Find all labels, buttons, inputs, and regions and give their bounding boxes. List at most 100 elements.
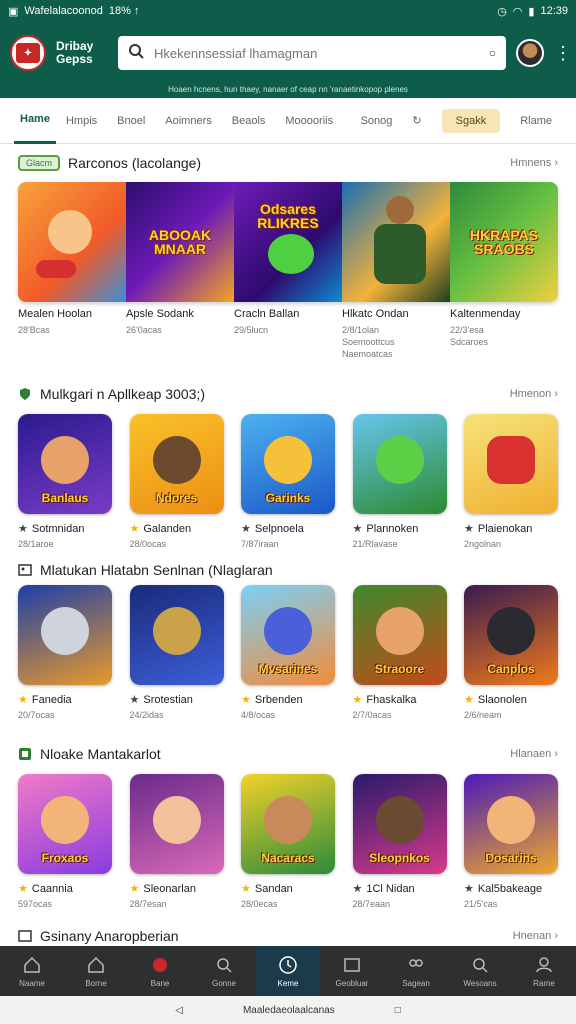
banner-tile-2[interactable]: ABOOAK MNAAR	[126, 182, 234, 302]
bottom-nav-7[interactable]: Sagean	[384, 946, 448, 996]
tab-3[interactable]: Bnoel	[107, 98, 155, 144]
section-title: Rarconos (lacolange)	[68, 155, 202, 171]
tab-4[interactable]: Aoimners	[155, 98, 221, 144]
star-icon: ★	[241, 883, 251, 895]
banner-label-5[interactable]: Kaltenmenday 22/3'esa Sdcaroes	[450, 308, 558, 360]
bottom-nav-home[interactable]: Naame	[0, 946, 64, 996]
banner-label-4[interactable]: Hlkatc Ondan 2/8/1olan Soemoottcus Naemoa…	[342, 308, 450, 360]
search-input[interactable]	[154, 45, 479, 61]
refresh-icon[interactable]: ↻	[402, 98, 431, 144]
image-icon	[18, 929, 32, 943]
section-title: Nloake Mantakarlot	[40, 746, 161, 762]
game-card[interactable]: Banlaus ★ Sotmnidan 28/1aroe	[18, 414, 112, 549]
mic-icon[interactable]: ○	[489, 46, 496, 60]
search-icon	[128, 43, 144, 64]
bottom-nav-9[interactable]: Rarne	[512, 946, 576, 996]
bottom-nav-5[interactable]: Keme	[256, 946, 320, 996]
star-icon: ★	[352, 523, 363, 535]
banner-tile-3[interactable]: Odsares RLIKRES	[234, 182, 342, 302]
status-left-mid: 18% ↑	[108, 5, 140, 17]
star-icon: ★	[18, 523, 28, 535]
star-icon: ★	[18, 694, 28, 706]
bottom-nav-4[interactable]: Gonne	[192, 946, 256, 996]
system-nav-bar: ◁ Maaledaeolaalcanas □	[0, 996, 576, 1024]
logo-icon: ✦	[16, 43, 40, 63]
shield-icon	[18, 387, 32, 401]
brand-name: Dribay Gepss	[56, 39, 94, 66]
game-card[interactable]: ★ Sleonarlan 28/7esan	[129, 774, 224, 909]
status-bar: ▣ Wafelalacoonod 18% ↑ ◷ ◠ ▮ 12:39	[0, 0, 576, 22]
featured-banner[interactable]: ABOOAK MNAAR Odsares RLIKRES HKRAPAS SRA…	[18, 182, 558, 302]
clock-icon	[279, 955, 297, 974]
tab-extra[interactable]: Sonog	[351, 98, 403, 144]
bottom-nav-2[interactable]: Borne	[64, 946, 128, 996]
star-icon: ★	[241, 694, 251, 706]
see-more-link[interactable]: Hlanaen ›	[510, 748, 558, 760]
star-icon: ★	[241, 523, 251, 535]
game-card[interactable]: Straoore ★ Fhaskalka 2/7/0acas	[352, 585, 447, 720]
star-icon: ★	[129, 883, 140, 895]
banner-tile-1[interactable]	[18, 182, 126, 302]
recents-icon[interactable]: □	[395, 1005, 401, 1016]
users-icon	[409, 958, 423, 967]
game-card[interactable]: Mvsarines ★ Srbenden 4/8/ocas	[241, 585, 335, 720]
tab-last[interactable]: Rlame	[510, 98, 562, 144]
app-logo[interactable]: ✦	[10, 35, 46, 71]
tab-5[interactable]: Beaols	[222, 98, 276, 144]
bottom-navigation: Naame Borne Bane Gonne Keme Geobluar Sag…	[0, 946, 576, 996]
bottom-nav-3[interactable]: Bane	[128, 946, 192, 996]
search-bar[interactable]: ○	[118, 36, 506, 70]
bottom-nav-6[interactable]: Geobluar	[320, 946, 384, 996]
game-card[interactable]: Sleopnkos ★ 1Cl Nidan 28/7eaan	[352, 774, 447, 909]
see-more-link[interactable]: Hmnens ›	[510, 157, 558, 169]
banner-label-3[interactable]: Cracln Ballan 29/5lucn	[234, 308, 342, 360]
star-icon: ★	[464, 523, 474, 535]
section-title: Gsinany Anaropberian	[40, 928, 179, 944]
wifi-icon: ◠	[512, 5, 523, 18]
see-more-link[interactable]: Hmenon ›	[510, 388, 558, 400]
more-options-icon[interactable]: ⋮	[554, 43, 572, 64]
status-left-text: Wafelalacoonod	[24, 5, 103, 17]
banner-tile-4[interactable]	[342, 182, 450, 302]
tab-home[interactable]: Hame	[14, 98, 56, 144]
game-card[interactable]: Dosarins ★ Kal5bakeage 21/5'cas	[464, 774, 558, 909]
star-icon: ★	[129, 694, 140, 706]
section-badge: Glacm	[18, 155, 61, 171]
image-icon	[18, 563, 32, 577]
section-2: Mulkgari n Apllkeap 3003;) Hmenon › Banl…	[0, 374, 576, 549]
tab-6[interactable]: Mooooriis	[275, 98, 343, 144]
signup-button[interactable]: Sgakk	[441, 108, 501, 133]
game-card[interactable]: Ndores ★ Galanden 28/0ocas	[129, 414, 224, 549]
game-card[interactable]: ★ Plaienokan 2ngolnan	[464, 414, 558, 549]
section-featured: Glacm Rarconos (lacolange) Hmnens › ABOO…	[0, 144, 576, 360]
tab-2[interactable]: Hmpis	[56, 98, 107, 144]
game-card[interactable]: Garinks ★ Selpnoela 7/87iraan	[241, 414, 335, 549]
game-card[interactable]: ★ Fanedia 20/7ocas	[18, 585, 112, 720]
alarm-icon: ◷	[497, 5, 507, 18]
star-icon: ★	[352, 694, 363, 706]
star-icon: ★	[129, 523, 140, 535]
game-card[interactable]: ★ Plannoken 21/Rlavase	[352, 414, 447, 549]
game-card[interactable]: ★ Srotestian 24/2idas	[129, 585, 224, 720]
game-card[interactable]: Nacaracs ★ Sandan 28/0ecas	[241, 774, 335, 909]
battery-icon: ▮	[528, 5, 535, 18]
see-more-link[interactable]: Hnenan ›	[513, 930, 558, 942]
grid-icon	[344, 957, 360, 972]
section-title: Mulkgari n Apllkeap 3003;)	[40, 386, 205, 402]
banner-tile-5[interactable]: HKRAPAS SRAOBS	[450, 182, 558, 302]
home-icon	[24, 956, 40, 973]
bottom-nav-8[interactable]: Wesoans	[448, 946, 512, 996]
nav-tabs: Hame Hmpis Bnoel Aoimners Beaols Moooori…	[0, 98, 576, 144]
search-icon	[217, 957, 232, 973]
banner-label-1[interactable]: Mealen Hoolan 28'Bcas	[18, 308, 126, 360]
back-icon[interactable]: ◁	[175, 1005, 183, 1016]
game-card[interactable]: Canplos ★ Slaonolen 2/6/neam	[464, 585, 558, 720]
avatar[interactable]	[516, 39, 544, 67]
search-icon	[473, 957, 488, 973]
star-icon: ★	[18, 883, 28, 895]
banner-label-2[interactable]: Apsle Sodank 26'0acas	[126, 308, 234, 360]
star-icon: ★	[464, 694, 474, 706]
star-icon: ★	[352, 883, 363, 895]
house-icon	[88, 956, 104, 973]
game-card[interactable]: Froxaos ★ Caannia 597ocas	[18, 774, 112, 909]
